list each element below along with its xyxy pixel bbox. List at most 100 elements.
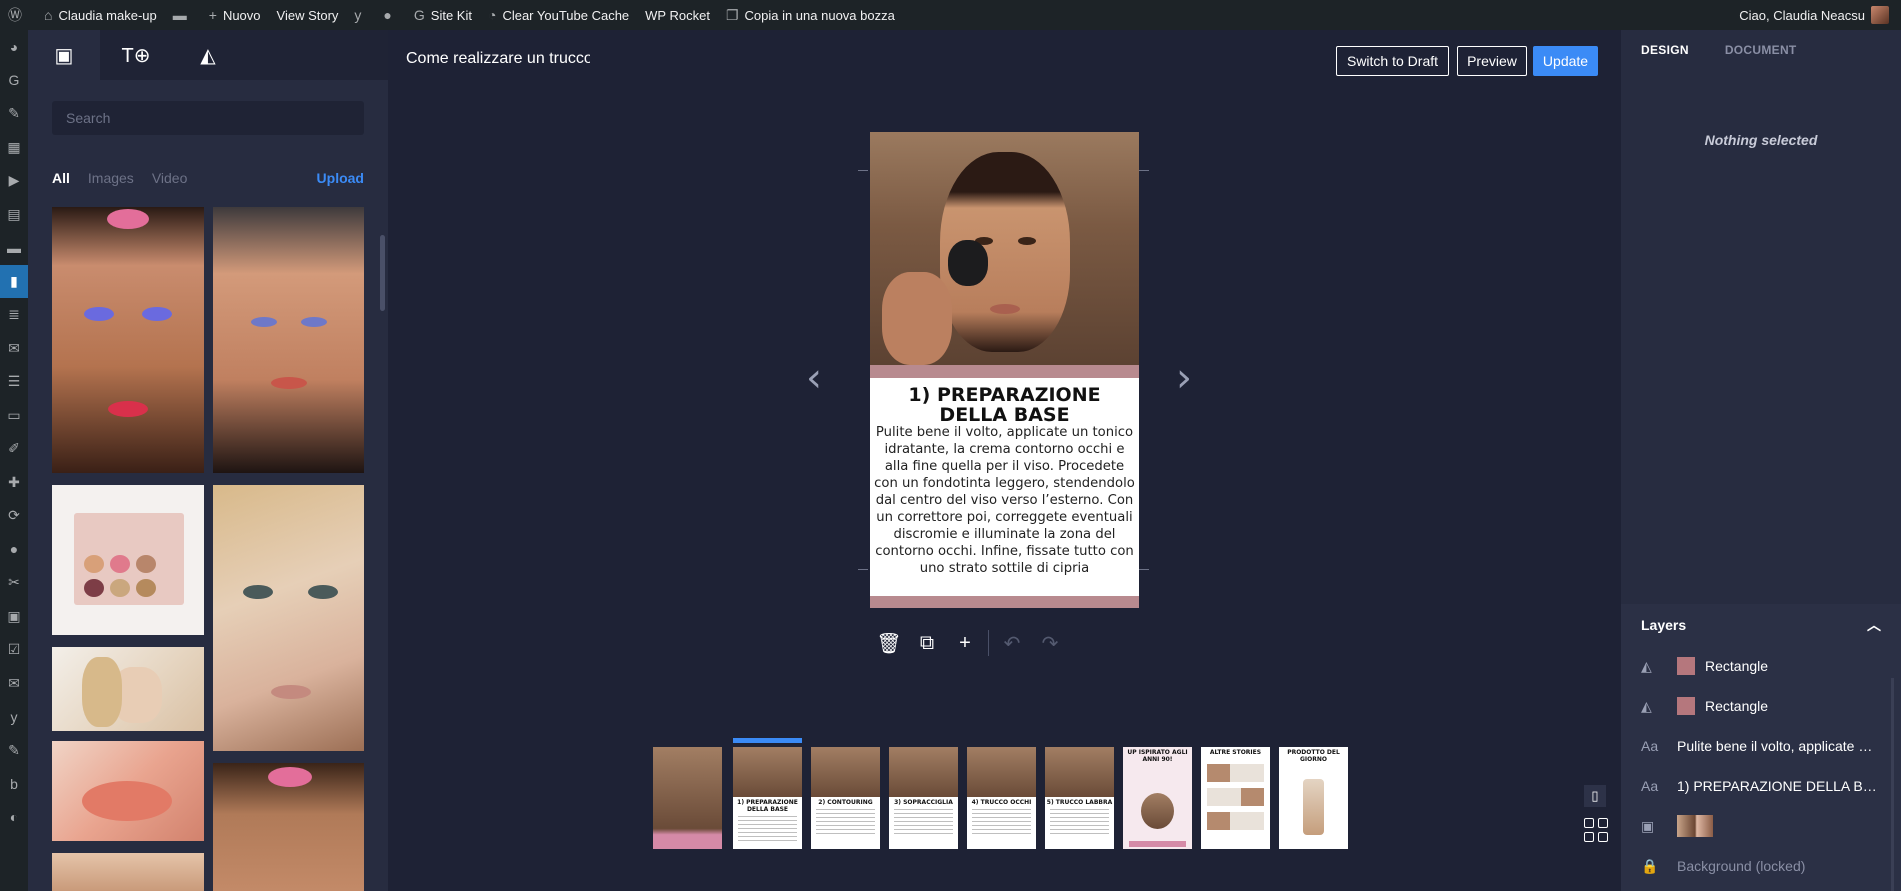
rectangle-band-top[interactable]: [870, 365, 1139, 378]
tab-text[interactable]: T⊕: [100, 30, 172, 80]
upload-button[interactable]: Upload: [317, 170, 364, 186]
pin-icon[interactable]: ✎: [0, 97, 28, 131]
page-thumb[interactable]: 3) SOPRACCIGLIA: [889, 747, 958, 849]
search-input[interactable]: [52, 101, 364, 135]
media-thumb[interactable]: [213, 485, 364, 751]
grid-view-icon[interactable]: [1584, 818, 1610, 844]
tab-design[interactable]: DESIGN: [1641, 43, 1689, 57]
stories-icon[interactable]: ▮: [0, 264, 28, 298]
layer-item[interactable]: ◭ Rectangle: [1621, 686, 1901, 726]
tab-media[interactable]: ▣: [28, 30, 100, 80]
page-photo[interactable]: [870, 132, 1139, 365]
lock-icon: 🔒: [1641, 857, 1659, 874]
folder-icon[interactable]: ▭: [0, 399, 28, 433]
media-icon[interactable]: ▦: [0, 131, 28, 165]
yoast-icon[interactable]: y: [0, 700, 28, 734]
rectangle-band-bottom[interactable]: [870, 596, 1139, 608]
trash-icon[interactable]: 🗑: [870, 631, 908, 656]
shapes-icon: ◭: [1641, 697, 1652, 714]
page-thumb[interactable]: 1) PREPARAZIONE DELLA BASE: [733, 747, 802, 849]
video-icon[interactable]: ▶: [0, 164, 28, 198]
site-name-link[interactable]: ⌂ Claudia make-up: [36, 0, 165, 30]
layer-item[interactable]: Aa 1) PREPARAZIONE DELLA BASE: [1621, 766, 1901, 806]
account-menu[interactable]: Ciao, Claudia Neacsu: [1739, 6, 1901, 24]
plugins-icon[interactable]: ✚: [0, 466, 28, 500]
b-icon[interactable]: b: [0, 767, 28, 801]
status-dot-icon[interactable]: ●: [375, 0, 405, 30]
new-link[interactable]: + Nuovo: [201, 0, 269, 30]
wp-rocket-link[interactable]: WP Rocket: [637, 0, 718, 30]
filter-images[interactable]: Images: [88, 170, 134, 186]
image-thumbnail: [1677, 815, 1713, 837]
redo-icon[interactable]: ↷: [1031, 631, 1069, 656]
dashboard-icon[interactable]: ◕: [0, 30, 28, 64]
mobile-preview-icon[interactable]: ▯: [1584, 785, 1606, 807]
plus-icon: +: [208, 7, 217, 23]
update-button[interactable]: Update: [1533, 46, 1598, 76]
yoast-icon[interactable]: y: [346, 0, 375, 30]
settings-icon[interactable]: ▣: [0, 600, 28, 634]
story-page-canvas[interactable]: 1) PREPARAZIONE DELLA BASE Pulite bene i…: [870, 132, 1139, 608]
tools-icon[interactable]: ✂: [0, 566, 28, 600]
pages-icon[interactable]: ▤: [0, 198, 28, 232]
media-thumb[interactable]: [213, 763, 364, 891]
page-thumb[interactable]: 5) TRUCCO LABBRA: [1045, 747, 1114, 849]
copy-draft-link[interactable]: ❐ Copia in una nuova bozza: [718, 0, 903, 30]
layers-header[interactable]: Layers ︿: [1621, 604, 1901, 646]
media-thumb[interactable]: [213, 207, 364, 473]
view-story-link[interactable]: View Story: [269, 0, 347, 30]
media-thumb[interactable]: [52, 647, 204, 731]
mail-check-icon[interactable]: ✉: [0, 667, 28, 701]
layer-item[interactable]: ▣: [1621, 806, 1901, 846]
comments-icon[interactable]: ▬: [165, 0, 201, 30]
duplicate-icon[interactable]: ⧉: [908, 632, 946, 655]
active-page-indicator: [733, 738, 802, 743]
media-thumb[interactable]: [52, 853, 204, 891]
preview-button[interactable]: Preview: [1457, 46, 1527, 76]
filter-video[interactable]: Video: [152, 170, 188, 186]
media-thumb[interactable]: [52, 485, 204, 635]
layer-item[interactable]: ◭ Rectangle: [1621, 646, 1901, 686]
library-scrollbar[interactable]: [380, 235, 385, 311]
appearance-icon[interactable]: ✐: [0, 432, 28, 466]
sync-icon[interactable]: ⟳: [0, 499, 28, 533]
page-body-text[interactable]: Pulite bene il volto, applicate un tonic…: [873, 424, 1136, 577]
mail-icon[interactable]: ✉: [0, 332, 28, 366]
forms-icon[interactable]: ≣: [0, 298, 28, 332]
tab-document[interactable]: DOCUMENT: [1725, 43, 1797, 57]
undo-icon[interactable]: ↶: [993, 631, 1031, 656]
wordpress-logo-icon[interactable]: Ⓦ: [0, 0, 36, 30]
layer-item[interactable]: Aa Pulite bene il volto, applicate un to…: [1621, 726, 1901, 766]
comments-icon[interactable]: ▬: [0, 231, 28, 265]
image-icon: ▣: [1641, 817, 1655, 834]
add-page-icon[interactable]: +: [946, 632, 984, 655]
page-thumb[interactable]: [653, 747, 722, 849]
check-icon[interactable]: ☑: [0, 633, 28, 667]
page-thumb[interactable]: 2) CONTOURING: [811, 747, 880, 849]
list-icon[interactable]: ☰: [0, 365, 28, 399]
site-kit-link[interactable]: G Site Kit: [406, 0, 480, 30]
layer-item-background[interactable]: 🔒 Background (locked): [1621, 846, 1901, 886]
collapse-icon[interactable]: ◐: [0, 801, 28, 835]
media-thumb[interactable]: [52, 207, 204, 473]
page-thumb[interactable]: PRODOTTO DEL GIORNO: [1279, 747, 1348, 849]
layers-scrollbar[interactable]: [1891, 678, 1894, 891]
color-swatch: [1677, 657, 1695, 675]
previous-page-arrow[interactable]: ‹: [806, 355, 822, 401]
layers-panel: Layers ︿ ◭ Rectangle ◭ Rectangle Aa Puli…: [1621, 604, 1901, 891]
page-thumb[interactable]: 4) TRUCCO OCCHI: [967, 747, 1036, 849]
page-thumb[interactable]: ALTRE STORIES: [1201, 747, 1270, 849]
chevron-up-icon[interactable]: ︿: [1867, 615, 1881, 635]
tab-shapes[interactable]: ◭: [172, 30, 244, 80]
next-page-arrow[interactable]: ›: [1176, 355, 1192, 401]
filter-all[interactable]: All: [52, 170, 70, 186]
media-thumb[interactable]: [52, 741, 204, 841]
pin2-icon[interactable]: ✎: [0, 734, 28, 768]
clear-cache-link[interactable]: ◔ Clear YouTube Cache: [480, 0, 637, 30]
switch-to-draft-button[interactable]: Switch to Draft: [1336, 46, 1449, 76]
story-title[interactable]: Come realizzare un trucco: [406, 50, 590, 68]
users-icon[interactable]: ●: [0, 533, 28, 567]
page-thumb[interactable]: UP ISPIRATO AGLI ANNI 90!: [1123, 747, 1192, 849]
google-icon[interactable]: G: [0, 64, 28, 98]
page-heading[interactable]: 1) PREPARAZIONE DELLA BASE: [874, 385, 1135, 425]
